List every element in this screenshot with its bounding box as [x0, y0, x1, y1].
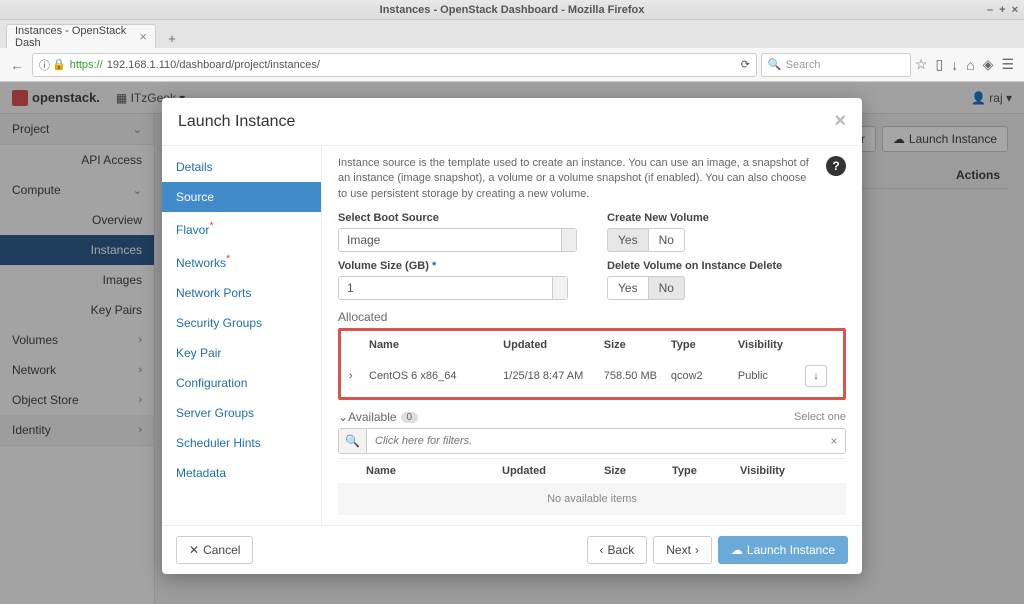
minimize-icon[interactable]: – — [987, 4, 993, 16]
step-flavor[interactable]: Flavor* — [162, 212, 321, 245]
col-name: Name — [369, 339, 503, 351]
window-title: Instances - OpenStack Dashboard - Mozill… — [380, 4, 645, 16]
url-bar[interactable]: ⓘ 🔒 https:// 192.168.1.110/dashboard/proj… — [32, 53, 757, 77]
lock-icon: 🔒 — [52, 58, 66, 71]
step-source[interactable]: Source — [162, 182, 321, 212]
close-window-icon[interactable]: × — [1012, 4, 1018, 16]
url-text: 192.168.1.110/dashboard/project/instance… — [107, 59, 320, 71]
pocket-icon[interactable]: ◈ — [983, 56, 994, 73]
col-type: Type — [671, 339, 738, 351]
filter-input[interactable] — [367, 435, 823, 447]
col-size: Size — [604, 339, 671, 351]
filter-box: 🔍 × — [338, 428, 846, 454]
step-network-ports[interactable]: Network Ports — [162, 278, 321, 308]
window-titlebar: Instances - OpenStack Dashboard - Mozill… — [0, 0, 1024, 20]
row-updated: 1/25/18 8:47 AM — [503, 370, 604, 382]
expand-row-icon[interactable]: › — [349, 370, 369, 382]
col-size: Size — [604, 465, 672, 477]
library-icon[interactable]: ▯ — [935, 56, 943, 73]
navbar: ← ⓘ 🔒 https:// 192.168.1.110/dashboard/pr… — [0, 48, 1024, 82]
create-volume-no[interactable]: No — [649, 228, 685, 252]
no-available-items: No available items — [338, 483, 846, 515]
search-placeholder: Search — [786, 59, 821, 71]
modal-title: Launch Instance — [178, 113, 295, 131]
step-key-pair[interactable]: Key Pair — [162, 338, 321, 368]
allocated-row: › CentOS 6 x86_64 1/25/18 8:47 AM 758.50… — [341, 357, 843, 395]
row-visibility: Public — [738, 370, 805, 382]
col-type: Type — [672, 465, 740, 477]
create-volume-yes[interactable]: Yes — [607, 228, 649, 252]
launch-instance-modal: Launch Instance × Details Source Flavor*… — [162, 98, 862, 574]
boot-source-select[interactable]: Image — [338, 228, 577, 252]
step-server-groups[interactable]: Server Groups — [162, 398, 321, 428]
row-type: qcow2 — [671, 370, 738, 382]
boot-source-label: Select Boot Source — [338, 212, 577, 224]
maximize-icon[interactable]: + — [999, 4, 1005, 16]
col-updated: Updated — [503, 339, 604, 351]
delete-on-terminate-toggle: Yes No — [607, 276, 685, 300]
tabbar: Instances - OpenStack Dash × + — [0, 20, 1024, 48]
col-updated: Updated — [502, 465, 604, 477]
next-button[interactable]: Next › — [653, 536, 712, 564]
menu-icon[interactable]: ☰ — [1001, 56, 1014, 73]
back-button[interactable]: ← — [6, 54, 28, 76]
create-volume-toggle: Yes No — [607, 228, 685, 252]
tab-title: Instances - OpenStack Dash — [15, 25, 139, 49]
volume-size-label: Volume Size (GB) * — [338, 260, 577, 272]
help-icon[interactable]: ? — [826, 156, 846, 176]
close-tab-icon[interactable]: × — [139, 29, 147, 44]
delete-on-terminate-label: Delete Volume on Instance Delete — [607, 260, 846, 272]
step-configuration[interactable]: Configuration — [162, 368, 321, 398]
url-scheme: https:// — [70, 59, 103, 71]
allocated-box: Name Updated Size Type Visibility › Cent… — [338, 328, 846, 400]
search-icon: 🔍 — [768, 58, 782, 71]
home-icon[interactable]: ⌂ — [966, 57, 974, 73]
info-icon: ⓘ — [39, 57, 50, 73]
allocated-label: Allocated — [338, 310, 846, 324]
available-label: Available — [348, 410, 396, 424]
step-scheduler-hints[interactable]: Scheduler Hints — [162, 428, 321, 458]
delete-volume-yes[interactable]: Yes — [607, 276, 649, 300]
reload-icon[interactable]: ⟳ — [741, 58, 750, 71]
wizard-content: Instance source is the template used to … — [322, 146, 862, 525]
delete-volume-no[interactable]: No — [649, 276, 685, 300]
row-name: CentOS 6 x86_64 — [369, 370, 503, 382]
clear-filter-icon[interactable]: × — [823, 434, 845, 448]
browser-tab[interactable]: Instances - OpenStack Dash × — [6, 24, 156, 48]
col-visibility: Visibility — [740, 465, 808, 477]
step-details[interactable]: Details — [162, 152, 321, 182]
bookmark-icon[interactable]: ☆ — [915, 56, 928, 73]
close-modal-icon[interactable]: × — [834, 110, 846, 133]
new-tab-button[interactable]: + — [160, 28, 184, 48]
deallocate-button[interactable]: ↓ — [805, 365, 827, 387]
back-button[interactable]: ‹ Back — [587, 536, 648, 564]
step-security-groups[interactable]: Security Groups — [162, 308, 321, 338]
create-volume-label: Create New Volume — [607, 212, 846, 224]
row-size: 758.50 MB — [604, 370, 671, 382]
step-metadata[interactable]: Metadata — [162, 458, 321, 488]
wizard-nav: Details Source Flavor* Networks* Network… — [162, 146, 322, 525]
search-icon: 🔍 — [339, 429, 367, 453]
cancel-button[interactable]: ✕ Cancel — [176, 536, 253, 564]
volume-size-input[interactable]: 1 — [338, 276, 568, 300]
launch-instance-submit[interactable]: ☁ Launch Instance — [718, 536, 848, 564]
source-description: Instance source is the template used to … — [338, 156, 818, 202]
step-networks[interactable]: Networks* — [162, 245, 321, 278]
available-count: 0 — [401, 412, 419, 423]
chevron-down-icon[interactable]: ⌄ — [338, 410, 348, 424]
col-visibility: Visibility — [738, 339, 805, 351]
search-box[interactable]: 🔍 Search — [761, 53, 911, 77]
select-one-hint: Select one — [794, 411, 846, 423]
col-name: Name — [366, 465, 502, 477]
download-icon[interactable]: ↓ — [951, 57, 958, 73]
